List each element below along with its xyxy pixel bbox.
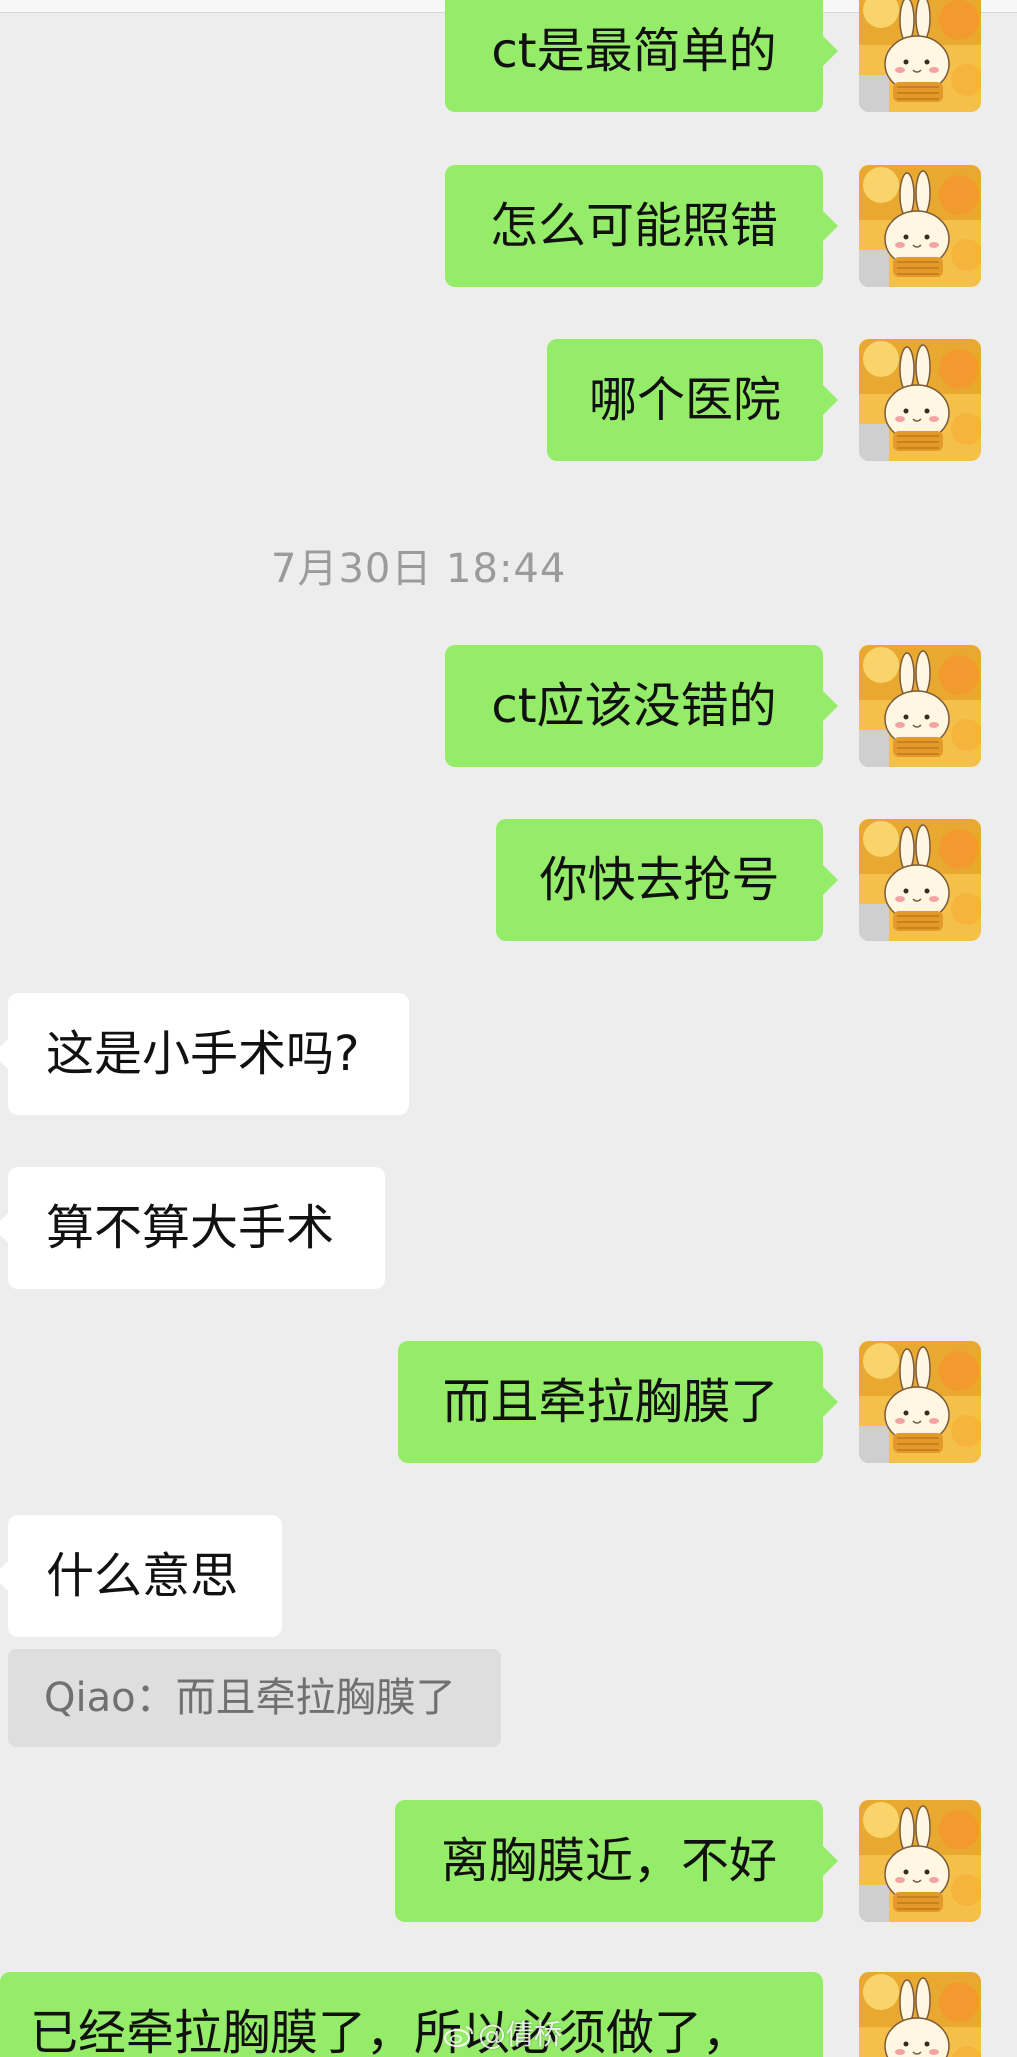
bunny-avatar-icon[interactable] <box>859 0 981 112</box>
bunny-avatar-icon[interactable] <box>859 1972 981 2057</box>
message-bubble-outgoing[interactable]: 而且牵拉胸膜了 <box>398 1341 838 1463</box>
weibo-watermark: @倩桥 <box>444 2013 562 2053</box>
message-bubble-outgoing[interactable]: ct是最简单的 <box>445 0 838 112</box>
bunny-avatar-icon[interactable] <box>859 1800 981 1922</box>
message-bubble-outgoing[interactable]: 怎么可能照错 <box>445 165 838 287</box>
bunny-avatar-icon[interactable] <box>859 339 981 461</box>
message-bubble-outgoing[interactable]: ct应该没错的 <box>445 645 838 767</box>
chat-timestamp: 7月30日 18:44 <box>271 546 567 592</box>
weibo-logo-icon <box>444 2026 473 2047</box>
message-bubble-incoming[interactable]: 算不算大手术 <box>0 1167 385 1289</box>
bunny-avatar-icon[interactable] <box>859 165 981 287</box>
bunny-avatar-icon[interactable] <box>859 819 981 941</box>
message-bubble-incoming[interactable]: 这是小手术吗? <box>0 993 409 1115</box>
message-bubble-incoming[interactable]: 什么意思 <box>0 1515 282 1637</box>
bunny-avatar-icon[interactable] <box>859 645 981 767</box>
bunny-avatar-icon[interactable] <box>859 1341 981 1463</box>
message-bubble-outgoing[interactable]: 已经牵拉胸膜了，所以必须做了， <box>0 1972 823 2057</box>
message-bubble-outgoing[interactable]: 你快去抢号 <box>496 819 838 941</box>
watermark-text: @倩桥 <box>478 2018 563 2051</box>
message-bubble-outgoing[interactable]: 哪个医院 <box>547 339 838 461</box>
quoted-reply[interactable]: Qiao：而且牵拉胸膜了 <box>8 1649 501 1747</box>
message-bubble-outgoing[interactable]: 离胸膜近，不好 <box>395 1800 838 1922</box>
